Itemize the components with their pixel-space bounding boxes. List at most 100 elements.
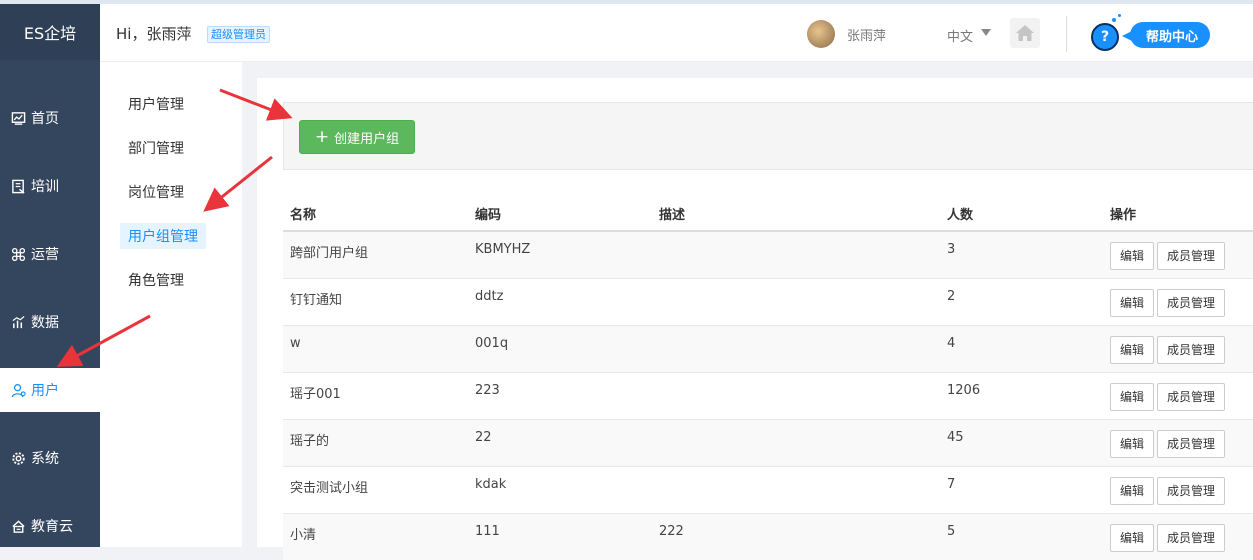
user-icon [10, 382, 26, 398]
sparkle-dot [1112, 18, 1116, 22]
cell-code: KBMYHZ [468, 230, 652, 278]
cell-count: 7 [940, 465, 1103, 513]
edit-button[interactable]: 编辑 [1110, 335, 1155, 364]
avatar[interactable] [807, 20, 835, 48]
column-header-name: 名称 [283, 197, 468, 232]
column-header-code: 编码 [468, 197, 652, 232]
sparkle-dot [1118, 14, 1121, 17]
cell-name: 瑶子的 [283, 418, 468, 466]
submenu-item-usergroup-management[interactable]: 用户组管理 [120, 223, 206, 249]
member-management-button[interactable]: 成员管理 [1157, 429, 1226, 458]
edit-button[interactable]: 编辑 [1110, 476, 1155, 505]
submenu-item-department-management[interactable]: 部门管理 [120, 135, 192, 161]
edit-button[interactable]: 编辑 [1110, 523, 1155, 552]
home-icon [1016, 25, 1034, 41]
toolbar: + 创建用户组 [283, 102, 1253, 170]
member-management-button[interactable]: 成员管理 [1157, 335, 1226, 364]
nav-label: 系统 [31, 451, 59, 467]
cell-description [652, 230, 940, 278]
nav-item-training[interactable]: 培训 [0, 164, 100, 208]
cell-count: 45 [940, 418, 1103, 466]
nav-label: 用户 [31, 383, 59, 399]
nav-item-system[interactable]: 系统 [0, 436, 100, 480]
dashboard-icon [10, 110, 26, 126]
header-divider [1066, 16, 1067, 52]
role-badge: 超级管理员 [207, 26, 270, 43]
cell-count: 3 [940, 230, 1103, 278]
cell-description [652, 277, 940, 325]
cell-code: 22 [468, 418, 652, 466]
help-center-button[interactable]: 帮助中心 [1121, 22, 1211, 48]
cell-count: 1206 [940, 371, 1103, 419]
table-row: 瑶子的 22 45 编辑 成员管理 [283, 418, 1253, 466]
cell-description [652, 465, 940, 513]
cell-actions: 编辑 成员管理 [1103, 324, 1253, 372]
cell-count: 4 [940, 324, 1103, 372]
cell-name: 跨部门用户组 [283, 230, 468, 278]
cell-code: ddtz [468, 277, 652, 325]
app-logo: ES企培 [0, 4, 100, 60]
user-submenu: 用户管理 部门管理 岗位管理 用户组管理 角色管理 [100, 62, 242, 547]
caret-down-icon[interactable] [981, 29, 991, 36]
edit-button[interactable]: 编辑 [1110, 382, 1155, 411]
nav-item-edu-cloud[interactable]: 教育云 [0, 504, 100, 548]
nav-label: 运营 [31, 247, 59, 263]
submenu-item-position-management[interactable]: 岗位管理 [120, 179, 192, 205]
nav-item-home[interactable]: 首页 [0, 96, 100, 140]
edit-button[interactable]: 编辑 [1110, 242, 1155, 270]
column-header-actions: 操作 [1103, 197, 1253, 232]
create-usergroup-label: 创建用户组 [334, 131, 400, 147]
nav-item-data[interactable]: 数据 [0, 300, 100, 344]
plus-icon: + [314, 126, 330, 147]
member-management-button[interactable]: 成员管理 [1157, 382, 1226, 411]
cell-code: 223 [468, 371, 652, 419]
cell-description [652, 371, 940, 419]
member-management-button[interactable]: 成员管理 [1157, 523, 1226, 552]
cell-actions: 编辑 成员管理 [1103, 277, 1253, 325]
submenu-item-role-management[interactable]: 角色管理 [120, 267, 192, 293]
cell-count: 5 [940, 512, 1103, 560]
edit-button[interactable]: 编辑 [1110, 288, 1155, 317]
cloud-icon [10, 518, 26, 534]
cell-actions: 编辑 成员管理 [1103, 418, 1253, 466]
home-button[interactable] [1010, 18, 1040, 48]
cell-description [652, 418, 940, 466]
table-row: 跨部门用户组 KBMYHZ 3 编辑 成员管理 [283, 230, 1253, 278]
cell-description: 222 [652, 512, 940, 560]
nav-label: 培训 [31, 179, 59, 195]
greeting: Hi，张雨萍 [116, 25, 192, 43]
language-select[interactable]: 中文 [947, 26, 973, 45]
table-header-row: 名称 编码 描述 人数 操作 [283, 197, 1253, 232]
nav-item-users[interactable]: 用户 [0, 368, 100, 412]
edit-button[interactable]: 编辑 [1110, 429, 1155, 458]
gear-icon [10, 450, 26, 466]
cell-actions: 编辑 成员管理 [1103, 465, 1253, 513]
nav-label: 教育云 [31, 519, 73, 535]
cell-code: kdak [468, 465, 652, 513]
cell-name: 突击测试小组 [283, 465, 468, 513]
usergroup-table: 名称 编码 描述 人数 操作 跨部门用户组 KBMYHZ 3 编辑 成员管理 钉钉通知 dd… [283, 197, 1253, 560]
cell-actions: 编辑 成员管理 [1103, 512, 1253, 560]
command-icon [10, 246, 26, 262]
cell-name: 瑶子001 [283, 371, 468, 419]
cell-name: 小清 [283, 512, 468, 560]
table-row: 钉钉通知 ddtz 2 编辑 成员管理 [283, 277, 1253, 325]
header-username[interactable]: 张雨萍 [847, 25, 886, 44]
chart-icon [10, 314, 26, 330]
submenu-item-user-management[interactable]: 用户管理 [120, 91, 192, 117]
cell-code: 001q [468, 324, 652, 372]
nav-label: 首页 [31, 111, 59, 127]
cell-actions: 编辑 成员管理 [1103, 371, 1253, 419]
cell-code: 111 [468, 512, 652, 560]
help-question-icon[interactable]: ? [1091, 23, 1119, 51]
cell-description [652, 324, 940, 372]
nav-item-operations[interactable]: 运营 [0, 232, 100, 276]
member-management-button[interactable]: 成员管理 [1157, 288, 1226, 317]
member-management-button[interactable]: 成员管理 [1157, 476, 1226, 505]
column-header-description: 描述 [652, 197, 940, 232]
create-usergroup-button[interactable]: + 创建用户组 [299, 120, 415, 154]
cell-name: w [283, 324, 468, 372]
table-row: 小清 111 222 5 编辑 成员管理 [283, 512, 1253, 560]
member-management-button[interactable]: 成员管理 [1157, 242, 1226, 270]
main-sidebar: ES企培 首页 培训 运营 数据 用户 系统 教育云 [0, 4, 100, 547]
